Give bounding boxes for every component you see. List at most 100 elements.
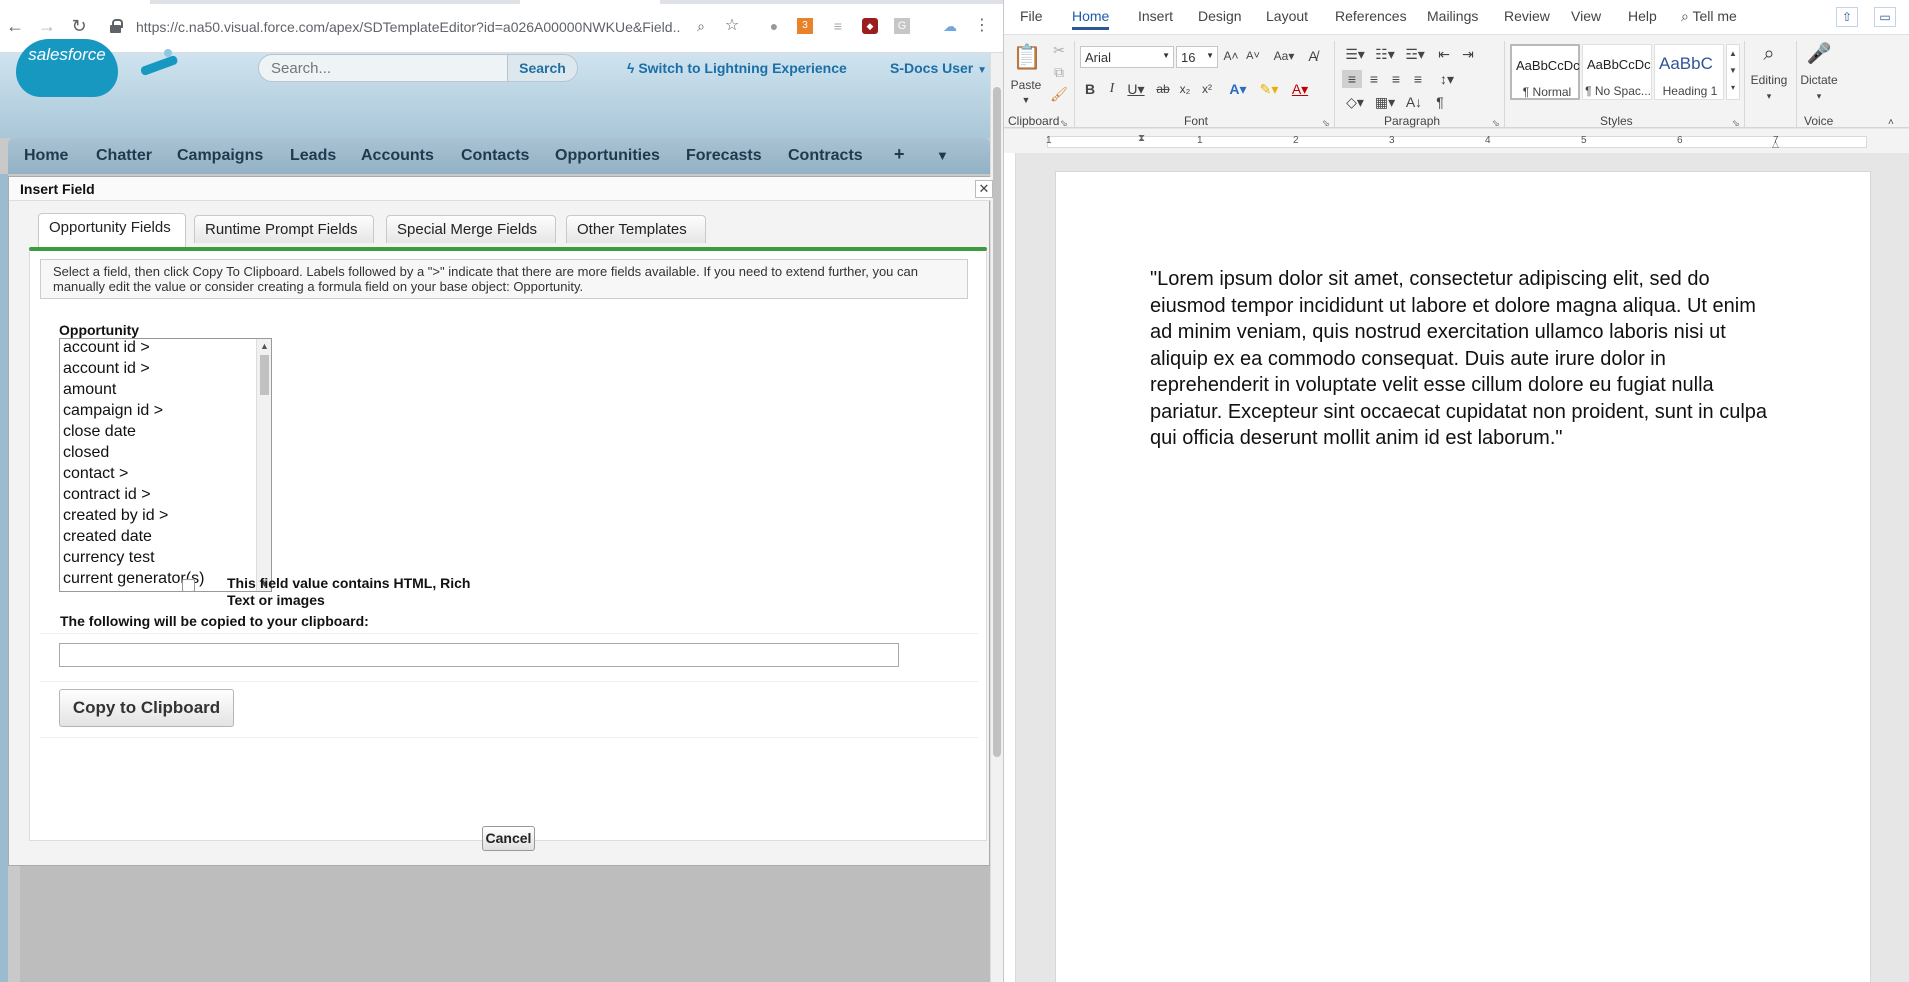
extension-circle-icon[interactable]: ● [766,18,782,34]
add-tab-plus-icon[interactable]: + [894,144,905,165]
document-body-text[interactable]: "Lorem ipsum dolor sit amet, consectetur… [1150,266,1770,452]
ribbon-tab-help[interactable]: Help [1628,8,1657,24]
nav-tab-contacts[interactable]: Contacts [461,147,529,165]
zoom-icon[interactable]: ⌕ [693,18,709,34]
html-content-checkbox[interactable] [182,579,195,592]
nav-tab-chatter[interactable]: Chatter [96,147,152,165]
browser-tab[interactable] [0,0,150,4]
chrome-menu-icon[interactable]: ⋮ [974,18,990,34]
list-item[interactable]: amount [63,381,116,399]
more-tabs-chevron-icon[interactable]: ▼ [936,148,949,163]
list-item[interactable]: created date [63,528,152,546]
numbering-icon[interactable]: ☷▾ [1372,45,1398,63]
style-normal[interactable]: AaBbCcDc ¶ Normal [1510,44,1580,100]
highlight-color-icon[interactable]: ✎▾ [1256,80,1282,98]
grammarly-icon[interactable]: G [894,18,910,34]
nav-tab-forecasts[interactable]: Forecasts [686,147,762,165]
ribbon-tab-references[interactable]: References [1335,8,1407,24]
clipboard-value-field[interactable] [59,643,899,667]
browser-tab[interactable] [520,0,660,4]
nav-tab-contracts[interactable]: Contracts [788,147,863,165]
switch-lightning-link[interactable]: ϟ Switch to Lightning Experience [627,60,847,76]
increase-indent-icon[interactable]: ⇥ [1458,45,1478,63]
superscript-icon[interactable]: x² [1198,80,1216,98]
extension-list-icon[interactable]: ≡ [830,18,846,34]
field-list-scrollbar[interactable]: ▲ ▼ [256,339,271,591]
copy-icon[interactable]: ⧉ [1050,63,1068,81]
list-item[interactable]: contract id > [63,486,151,504]
bookmark-star-icon[interactable]: ☆ [724,18,740,34]
format-painter-icon[interactable]: 🖌 [1050,85,1068,103]
nav-tab-campaigns[interactable]: Campaigns [177,147,263,165]
justify-icon[interactable]: ≡ [1408,70,1428,88]
url-text[interactable]: https://c.na50.visual.force.com/apex/SDT… [136,19,681,35]
tab-special-merge-fields[interactable]: Special Merge Fields [386,215,556,243]
ribbon-tab-layout[interactable]: Layout [1266,8,1308,24]
font-size-box[interactable]: 16 ▼ [1176,46,1218,68]
cut-icon[interactable]: ✂ [1050,41,1068,59]
show-paragraph-marks-icon[interactable]: ¶ [1430,93,1450,111]
editing-dropdown-icon[interactable]: ▾ [1746,87,1792,105]
bullets-icon[interactable]: ☰▾ [1342,45,1368,63]
style-heading-1[interactable]: AaBbC Heading 1 [1654,44,1724,100]
right-indent-marker-icon[interactable]: △ [1772,139,1779,150]
clear-formatting-icon[interactable]: A̸ [1304,47,1322,65]
dictate-dropdown-icon[interactable]: ▾ [1796,87,1842,105]
font-color-icon[interactable]: A▾ [1288,80,1312,98]
nav-tab-leads[interactable]: Leads [290,147,336,165]
grow-font-icon[interactable]: A˄ [1222,47,1240,65]
indent-marker-icon[interactable]: ⧗ [1138,133,1145,144]
italic-icon[interactable]: I [1104,80,1120,98]
underline-icon[interactable]: U▾ [1124,80,1148,98]
multilevel-list-icon[interactable]: ☲▾ [1402,45,1428,63]
list-item[interactable]: account id > [63,360,150,378]
ublock-icon[interactable]: ◆ [862,18,878,34]
list-item[interactable]: currency test [63,549,155,567]
back-icon[interactable]: ← [4,15,26,37]
list-item[interactable]: contact > [63,465,128,483]
sort-icon[interactable]: A↓ [1404,93,1424,111]
ribbon-tab-file[interactable]: File [1020,8,1043,24]
copy-to-clipboard-button[interactable]: Copy to Clipboard [59,689,234,727]
shrink-font-icon[interactable]: A˅ [1244,47,1262,65]
close-icon[interactable]: ✕ [975,180,993,198]
cloud-extension-icon[interactable]: ☁ [942,18,958,34]
align-left-icon[interactable]: ≡ [1342,70,1362,88]
borders-icon[interactable]: ▦▾ [1372,93,1398,111]
lock-icon[interactable] [110,19,123,33]
field-listbox[interactable]: account id > account id > amount campaig… [59,338,272,592]
document-page[interactable]: "Lorem ipsum dolor sit amet, consectetur… [1055,171,1871,982]
reload-icon[interactable]: ↻ [68,15,90,37]
bold-icon[interactable]: B [1082,80,1098,98]
ribbon-tab-review[interactable]: Review [1504,8,1550,24]
styles-gallery-scroll-icon[interactable]: ▲ ▼ ▾ [1726,44,1740,100]
scroll-up-icon[interactable]: ▲ [260,341,269,351]
paste-icon[interactable]: 📋 [1012,41,1042,75]
list-item[interactable]: closed [63,444,109,462]
microphone-icon[interactable]: 🎤 [1804,39,1834,69]
field-list-scroll-thumb[interactable] [260,355,269,395]
salesforce-logo[interactable]: salesforce [16,39,118,97]
list-item[interactable]: account id > [63,339,150,357]
comments-icon[interactable]: ▭ [1874,7,1896,27]
find-icon[interactable]: ⌕ [1754,39,1784,69]
ribbon-tab-home[interactable]: Home [1072,8,1110,30]
cancel-button[interactable]: Cancel [482,826,535,851]
align-right-icon[interactable]: ≡ [1386,70,1406,88]
share-icon[interactable]: ⇧ [1836,7,1858,27]
strikethrough-icon[interactable]: ab [1154,80,1172,98]
extension-badge-icon[interactable]: 3 [797,18,813,34]
ribbon-tab-design[interactable]: Design [1198,8,1242,24]
salesforce-search-input[interactable] [258,54,508,82]
paste-dropdown-icon[interactable]: ▼ [1008,91,1044,109]
list-item[interactable]: close date [63,423,136,441]
list-item[interactable]: campaign id > [63,402,163,420]
style-no-spacing[interactable]: AaBbCcDc ¶ No Spac... [1582,44,1652,100]
align-center-icon[interactable]: ≡ [1364,70,1384,88]
nav-tab-home[interactable]: Home [24,147,68,165]
horizontal-ruler[interactable]: 1 1 2 3 4 5 6 7 ⧗ △ [1004,129,1909,153]
page-scrollbar-thumb[interactable] [993,87,1001,757]
subscript-icon[interactable]: x₂ [1176,80,1194,98]
ribbon-tab-view[interactable]: View [1571,8,1601,24]
forward-icon[interactable]: → [36,15,58,37]
